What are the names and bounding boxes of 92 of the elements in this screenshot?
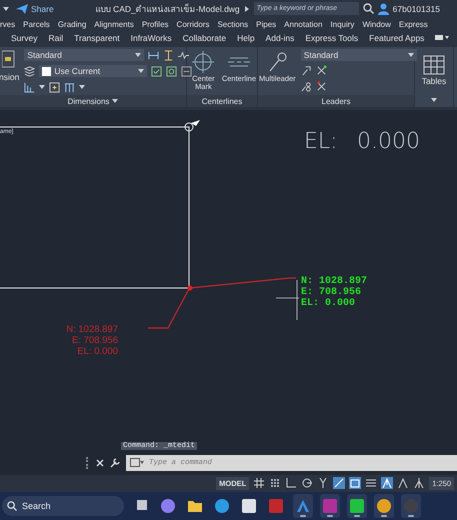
lineweight-icon[interactable]	[333, 477, 346, 490]
tables-button[interactable]: Tables	[420, 52, 448, 89]
spacing-icon[interactable]	[64, 82, 76, 93]
command-menu-icon[interactable]	[126, 455, 147, 472]
ribbon-tab[interactable]: Help	[237, 33, 255, 44]
wrench-icon[interactable]	[110, 458, 120, 468]
caret-icon	[39, 84, 46, 90]
grid-icon[interactable]	[253, 477, 266, 490]
taskbar-app[interactable]	[320, 494, 340, 518]
app-icon	[241, 498, 257, 514]
menu-item[interactable]: Window	[362, 20, 391, 29]
close-icon[interactable]	[96, 459, 104, 468]
menu-item[interactable]: Annotation	[284, 20, 322, 29]
collect-icon[interactable]	[300, 80, 312, 92]
layers-icon	[24, 66, 36, 77]
panel-title[interactable]: Dimensions	[0, 95, 186, 108]
search-icon	[7, 500, 17, 511]
dimension-tool-icon[interactable]	[148, 50, 160, 61]
search-icon[interactable]	[362, 3, 374, 14]
app-icon	[160, 498, 176, 514]
add-leader-icon[interactable]	[300, 64, 312, 76]
menu-item[interactable]: Express	[398, 20, 428, 29]
zigzag-icon[interactable]	[178, 50, 190, 61]
ribbon-tab[interactable]: InfraWorks	[130, 33, 172, 44]
menu-item[interactable]: rves	[0, 20, 16, 29]
panel-title: Centerlines	[187, 95, 257, 108]
share-button[interactable]: Share	[14, 4, 56, 14]
app-icon	[376, 498, 392, 514]
dropdown-icon[interactable]	[2, 4, 10, 13]
user-icon[interactable]	[378, 2, 389, 15]
menu-item[interactable]: Grading	[58, 20, 86, 29]
coordinate-label: E: 708.956	[301, 287, 362, 298]
ribbon-tab[interactable]: Transparent	[74, 33, 120, 44]
grip-icon[interactable]	[184, 120, 200, 132]
menu-item[interactable]: Pipes	[256, 20, 276, 29]
app-icon	[268, 498, 284, 514]
ribbon-tab[interactable]: Add-ins	[266, 33, 294, 44]
coordinate-label: E: 708.956	[72, 335, 118, 346]
coordinate-label: EL: 0.000	[301, 298, 356, 310]
caret-icon	[112, 98, 118, 104]
menu-item[interactable]: Parcels	[23, 20, 50, 29]
taskbar-search[interactable]: Search	[2, 496, 124, 516]
send-icon	[16, 4, 28, 14]
coordinate-label: N: 1028.897	[66, 324, 118, 336]
menu-item[interactable]: Profiles	[142, 20, 169, 29]
selection-icon[interactable]	[349, 477, 362, 490]
ribbon-tab[interactable]: Featured Apps	[369, 33, 424, 44]
ortho-icon[interactable]	[285, 477, 298, 490]
crosshair-cursor	[276, 280, 300, 321]
window-title: แบบ CAD_ตำแหน่งเสาเข็ม-Model.dwg	[96, 2, 240, 16]
leader-style-dropdown[interactable]: Standard	[300, 48, 417, 61]
check-box-icon[interactable]	[151, 66, 162, 77]
baseline-icon[interactable]	[24, 82, 36, 93]
elevation-label: EL:	[304, 129, 338, 154]
app-icon	[322, 498, 338, 514]
dot-grid-icon[interactable]	[269, 477, 282, 490]
app-icon	[403, 498, 419, 514]
app-icon	[295, 498, 311, 514]
polar-icon[interactable]	[301, 477, 314, 490]
panel-title: Leaders	[258, 95, 414, 108]
menu-item[interactable]: Inquiry	[330, 20, 354, 29]
caret-icon	[79, 84, 86, 90]
coordinate-label: EL: 0.000	[77, 346, 118, 358]
frame-icon[interactable]	[181, 66, 192, 77]
list-icon[interactable]	[365, 477, 378, 490]
taskbar-app[interactable]	[401, 494, 421, 518]
grip-point[interactable]	[188, 286, 192, 291]
tab-options-icon[interactable]	[435, 35, 450, 42]
menu-item[interactable]: Alignments	[94, 20, 134, 29]
caret-icon	[244, 4, 250, 13]
dimension-tool-icon[interactable]	[163, 50, 174, 61]
ribbon-tab[interactable]: Survey	[11, 33, 38, 44]
crosshair-circle-icon	[192, 50, 214, 73]
table-icon	[422, 54, 445, 75]
taskbar-app[interactable]	[374, 494, 394, 518]
user-name[interactable]: 67b0101315	[392, 4, 440, 14]
caret-icon[interactable]	[431, 96, 437, 103]
menu-item[interactable]: Corridors	[176, 20, 210, 29]
elevation-value: 0.000	[357, 129, 420, 154]
taskbar-app[interactable]	[293, 494, 313, 518]
layer-dropdown[interactable]: Use Current	[39, 65, 148, 78]
taskbar-app[interactable]	[347, 494, 367, 518]
coordinate-label: N: 1028.897	[301, 276, 368, 288]
menu-item[interactable]: Sections	[217, 20, 248, 29]
break-icon[interactable]	[49, 82, 60, 93]
ribbon-tab[interactable]: Collaborate	[182, 33, 226, 44]
dimension-style-dropdown[interactable]: Standard	[24, 49, 144, 62]
app-icon	[214, 498, 230, 514]
ribbon-tab[interactable]: Rail	[48, 33, 64, 44]
drag-handle[interactable]	[86, 457, 90, 470]
app-icon	[349, 498, 365, 514]
ribbon-tab[interactable]: Express Tools	[305, 33, 358, 44]
